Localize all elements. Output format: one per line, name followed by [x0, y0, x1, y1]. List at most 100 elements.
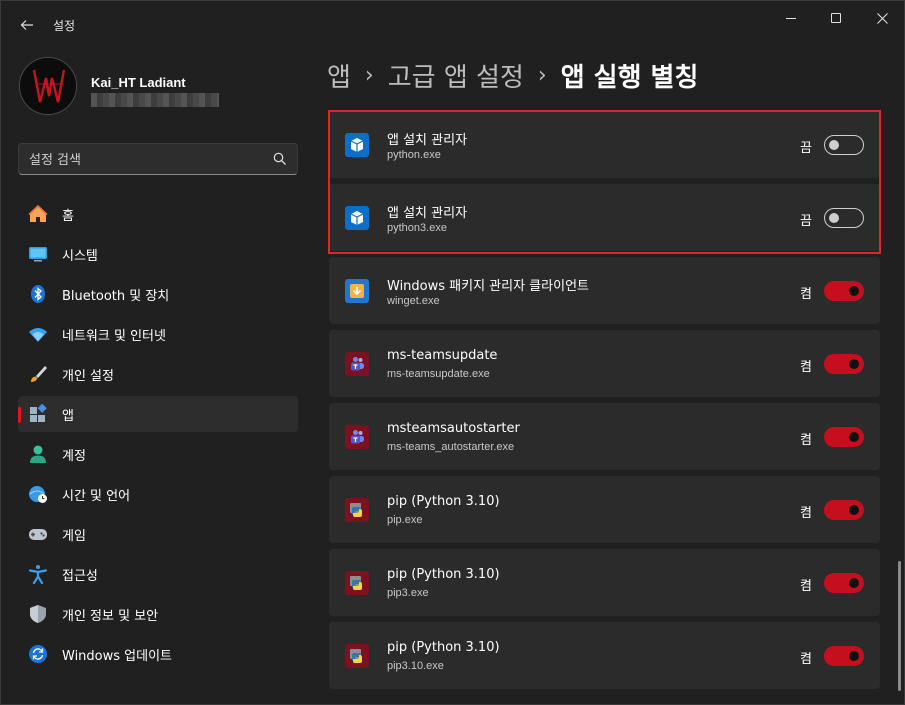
alias-exe-name: ms-teamsupdate.exe — [387, 368, 490, 380]
scrollbar[interactable] — [898, 561, 901, 691]
alias-toggle[interactable] — [824, 135, 864, 155]
toggle-knob — [849, 359, 859, 369]
settings-window: 설정 Kai_HT Ladiant 홈 시스템 Bluetooth 및 장치 — [0, 0, 905, 705]
minimize-button[interactable] — [768, 1, 814, 35]
avatar-logo-icon — [20, 58, 76, 114]
brush-icon — [28, 364, 48, 384]
teams-icon — [345, 425, 369, 449]
home-icon — [28, 204, 48, 224]
alias-app-name: 앱 설치 관리자 — [387, 133, 468, 148]
search-box[interactable] — [18, 143, 298, 175]
winget-icon — [345, 279, 369, 303]
update-icon — [28, 644, 48, 664]
alias-exe-name: pip.exe — [387, 514, 423, 526]
sidebar-item-accessibility[interactable]: 접근성 — [18, 556, 298, 592]
page-title: 앱 실행 별칭 — [560, 62, 699, 93]
sidebar-item-label: 네트워크 및 인터넷 — [62, 328, 166, 344]
alias-app-name: msteamsautostarter — [387, 421, 520, 436]
alias-row: pip (Python 3.10) pip3.10.exe 켬 — [329, 622, 880, 689]
alias-exe-name: python.exe — [387, 149, 441, 161]
alias-row: 앱 설치 관리자 python3.exe 끔 — [329, 184, 880, 251]
minimize-icon — [786, 17, 796, 19]
alias-row: pip (Python 3.10) pip3.exe 켬 — [329, 549, 880, 616]
back-arrow-icon — [20, 20, 33, 30]
search-icon[interactable] — [273, 152, 287, 166]
breadcrumb: 앱 › 고급 앱 설정 › 앱 실행 별칭 — [327, 55, 698, 95]
sidebar-item-label: 시간 및 언어 — [62, 488, 131, 504]
alias-toggle[interactable] — [824, 354, 864, 374]
sidebar-item-accounts[interactable]: 계정 — [18, 436, 298, 472]
python-icon — [345, 498, 369, 522]
avatar[interactable] — [19, 57, 77, 115]
sidebar-item-label: 접근성 — [62, 568, 98, 584]
sidebar-item-time-language[interactable]: 시간 및 언어 — [18, 476, 298, 512]
toggle-state-label: 켬 — [800, 652, 812, 667]
sidebar-item-windows-update[interactable]: Windows 업데이트 — [18, 636, 298, 672]
maximize-icon — [831, 13, 841, 23]
alias-app-name: ms-teamsupdate — [387, 348, 498, 363]
shield-icon — [28, 604, 48, 624]
alias-toggle[interactable] — [824, 208, 864, 228]
sidebar-item-label: 개인 설정 — [62, 368, 114, 384]
python-icon — [345, 571, 369, 595]
close-icon — [876, 12, 888, 24]
sidebar-item-privacy[interactable]: 개인 정보 및 보안 — [18, 596, 298, 632]
sidebar-item-label: 개인 정보 및 보안 — [62, 608, 159, 624]
breadcrumb-advanced-app-settings[interactable]: 고급 앱 설정 — [388, 57, 524, 94]
apps-icon — [28, 404, 48, 424]
sidebar-item-label: 앱 — [62, 408, 74, 424]
profile-email-redacted — [91, 93, 219, 107]
bluetooth-icon — [28, 284, 48, 304]
wifi-icon — [28, 324, 48, 344]
alias-toggle[interactable] — [824, 427, 864, 447]
sidebar-item-bluetooth[interactable]: Bluetooth 및 장치 — [18, 276, 298, 312]
alias-toggle[interactable] — [824, 646, 864, 666]
close-button[interactable] — [859, 1, 905, 35]
teams-icon — [345, 352, 369, 376]
alias-toggle[interactable] — [824, 281, 864, 301]
sidebar-item-apps[interactable]: 앱 — [18, 396, 298, 432]
alias-toggle[interactable] — [824, 500, 864, 520]
toggle-knob — [829, 213, 839, 223]
back-button[interactable] — [13, 11, 41, 39]
toggle-knob — [849, 432, 859, 442]
breadcrumb-separator: › — [537, 62, 547, 88]
alias-row: 앱 설치 관리자 python.exe 끔 — [329, 111, 880, 178]
sidebar-item-network[interactable]: 네트워크 및 인터넷 — [18, 316, 298, 352]
toggle-state-label: 끔 — [800, 141, 812, 156]
sidebar-item-personalization[interactable]: 개인 설정 — [18, 356, 298, 392]
alias-toggle[interactable] — [824, 573, 864, 593]
alias-app-name: pip (Python 3.10) — [387, 640, 500, 655]
alias-row: msteamsautostarter ms-teams_autostarter.… — [329, 403, 880, 470]
breadcrumb-apps[interactable]: 앱 — [327, 57, 351, 94]
time-language-icon — [28, 484, 48, 504]
alias-app-name: Windows 패키지 관리자 클라이언트 — [387, 279, 589, 294]
alias-list: 앱 설치 관리자 python.exe 끔 앱 설치 관리자 python3.e… — [329, 111, 880, 695]
alias-exe-name: pip3.10.exe — [387, 660, 444, 672]
toggle-state-label: 끔 — [800, 214, 812, 229]
gamepad-icon — [28, 524, 48, 544]
search-input[interactable] — [29, 151, 259, 169]
alias-app-name: pip (Python 3.10) — [387, 494, 500, 509]
accessibility-icon — [28, 564, 48, 584]
alias-app-name: pip (Python 3.10) — [387, 567, 500, 582]
maximize-button[interactable] — [813, 1, 859, 35]
alias-row: pip (Python 3.10) pip.exe 켬 — [329, 476, 880, 543]
toggle-knob — [849, 505, 859, 515]
alias-row: ms-teamsupdate ms-teamsupdate.exe 켬 — [329, 330, 880, 397]
toggle-state-label: 켬 — [800, 360, 812, 375]
sidebar-item-label: 홈 — [62, 208, 74, 224]
breadcrumb-separator: › — [364, 62, 374, 88]
alias-exe-name: winget.exe — [387, 295, 440, 307]
title-bar: 설정 — [1, 1, 905, 49]
python-icon — [345, 644, 369, 668]
toggle-knob — [849, 286, 859, 296]
app-installer-icon — [345, 133, 369, 157]
alias-exe-name: pip3.exe — [387, 587, 429, 599]
toggle-knob — [829, 140, 839, 150]
sidebar-item-label: Windows 업데이트 — [62, 648, 173, 664]
sidebar-item-system[interactable]: 시스템 — [18, 236, 298, 272]
sidebar-item-gaming[interactable]: 게임 — [18, 516, 298, 552]
toggle-state-label: 켬 — [800, 287, 812, 302]
sidebar-item-home[interactable]: 홈 — [18, 196, 298, 232]
